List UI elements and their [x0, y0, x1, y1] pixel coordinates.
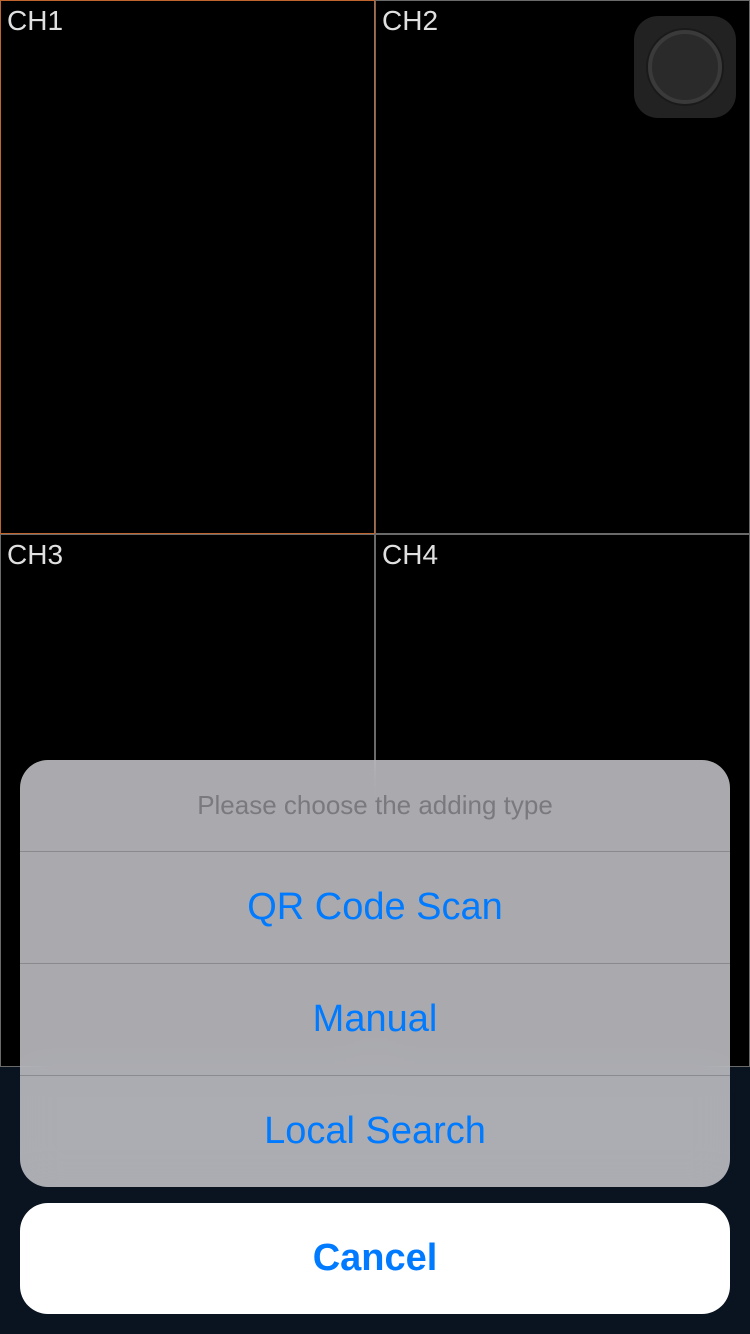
manual-button[interactable]: Manual	[20, 964, 730, 1076]
local-search-button[interactable]: Local Search	[20, 1076, 730, 1187]
qr-code-scan-button[interactable]: QR Code Scan	[20, 852, 730, 964]
cancel-button[interactable]: Cancel	[20, 1203, 730, 1314]
action-sheet-title: Please choose the adding type	[20, 760, 730, 852]
action-sheet: Please choose the adding type QR Code Sc…	[0, 760, 750, 1334]
action-sheet-group: Please choose the adding type QR Code Sc…	[20, 760, 730, 1187]
